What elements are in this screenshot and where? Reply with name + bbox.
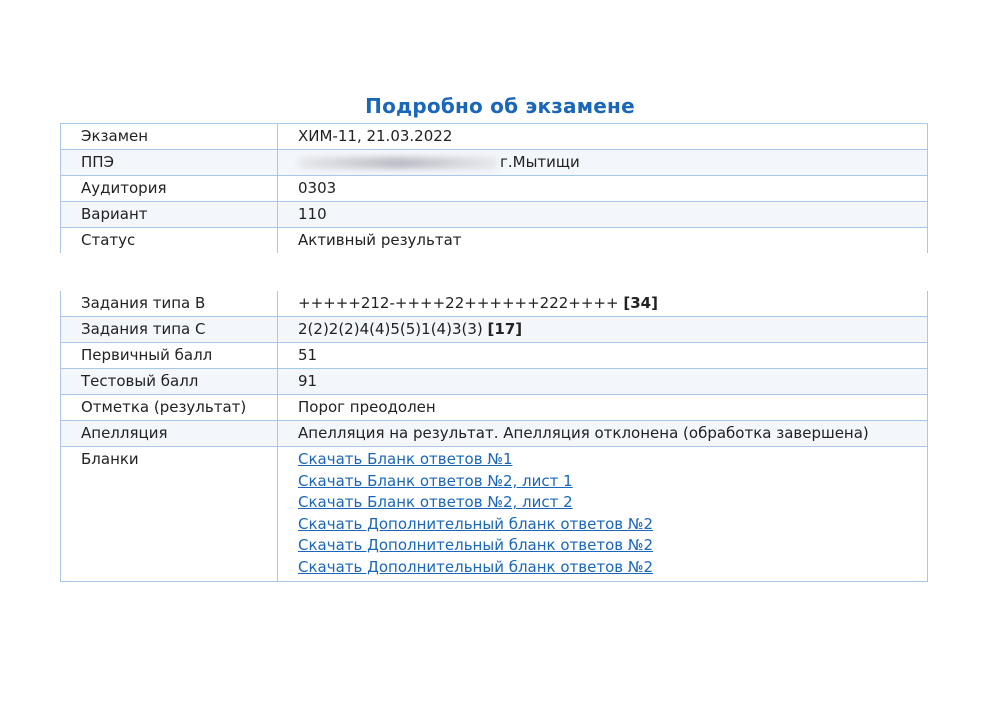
row-value-appeal: Апелляция на результат. Апелляция отклон… bbox=[277, 420, 928, 447]
download-additional-form-2-link[interactable]: Скачать Дополнительный бланк ответов №2 bbox=[298, 514, 927, 536]
row-value-type-b: +++++212-++++22++++++222++++ [34] bbox=[277, 291, 928, 317]
download-answer-form-1-link[interactable]: Скачать Бланк ответов №1 bbox=[298, 449, 927, 471]
type-c-score: [17] bbox=[487, 320, 523, 338]
table-row: Бланки Скачать Бланк ответов №1 Скачать … bbox=[60, 446, 928, 582]
row-value-variant: 110 bbox=[277, 201, 928, 228]
table-row: Отметка (результат) Порог преодолен bbox=[60, 394, 928, 421]
download-answer-form-2-sheet-2-link[interactable]: Скачать Бланк ответов №2, лист 2 bbox=[298, 492, 927, 514]
row-label-status: Статус bbox=[60, 227, 278, 253]
row-label-test-score: Тестовый балл bbox=[60, 368, 278, 395]
row-value-exam: ХИМ-11, 21.03.2022 bbox=[277, 123, 928, 150]
row-value-mark: Порог преодолен bbox=[277, 394, 928, 421]
row-label-appeal: Апелляция bbox=[60, 420, 278, 447]
table-row: Задания типа C 2(2)2(2)4(4)5(5)1(4)3(3) … bbox=[60, 316, 928, 343]
download-additional-form-2-link[interactable]: Скачать Дополнительный бланк ответов №2 bbox=[298, 535, 927, 557]
row-value-primary-score: 51 bbox=[277, 342, 928, 369]
table-row: Экзамен ХИМ-11, 21.03.2022 bbox=[60, 123, 928, 150]
row-label-type-b: Задания типа B bbox=[60, 291, 278, 317]
download-additional-form-2-link[interactable]: Скачать Дополнительный бланк ответов №2 bbox=[298, 557, 927, 579]
row-value-status: Активный результат bbox=[277, 227, 928, 253]
row-label-type-c: Задания типа C bbox=[60, 316, 278, 343]
row-label-exam: Экзамен bbox=[60, 123, 278, 150]
type-b-answers: +++++212-++++22++++++222++++ bbox=[298, 294, 619, 312]
row-label-primary-score: Первичный балл bbox=[60, 342, 278, 369]
row-value-auditorium: 0303 bbox=[277, 175, 928, 202]
download-answer-form-2-sheet-1-link[interactable]: Скачать Бланк ответов №2, лист 1 bbox=[298, 471, 927, 493]
table-row: Первичный балл 51 bbox=[60, 342, 928, 369]
ppe-city: г.Мытищи bbox=[500, 153, 580, 171]
table-row: Задания типа B +++++212-++++22++++++222+… bbox=[60, 291, 928, 317]
results-table: Задания типа B +++++212-++++22++++++222+… bbox=[60, 291, 928, 582]
type-c-answers: 2(2)2(2)4(4)5(5)1(4)3(3) bbox=[298, 320, 483, 338]
type-b-score: [34] bbox=[623, 294, 658, 312]
row-label-forms: Бланки bbox=[60, 446, 278, 582]
table-row: Вариант 110 bbox=[60, 201, 928, 228]
table-row: Тестовый балл 91 bbox=[60, 368, 928, 395]
row-value-ppe: г.Мытищи bbox=[277, 149, 928, 176]
table-row: ППЭ г.Мытищи bbox=[60, 149, 928, 176]
table-row: Апелляция Апелляция на результат. Апелля… bbox=[60, 420, 928, 447]
table-row: Статус Активный результат bbox=[60, 227, 928, 253]
page-title: Подробно об экзамене bbox=[365, 94, 635, 118]
row-label-ppe: ППЭ bbox=[60, 149, 278, 176]
table-row: Аудитория 0303 bbox=[60, 175, 928, 202]
row-label-mark: Отметка (результат) bbox=[60, 394, 278, 421]
redacted-blur bbox=[298, 156, 498, 169]
exam-info-table: Экзамен ХИМ-11, 21.03.2022 ППЭ г.Мытищи … bbox=[60, 123, 928, 253]
row-value-forms: Скачать Бланк ответов №1 Скачать Бланк о… bbox=[277, 446, 928, 582]
row-value-type-c: 2(2)2(2)4(4)5(5)1(4)3(3) [17] bbox=[277, 316, 928, 343]
row-label-auditorium: Аудитория bbox=[60, 175, 278, 202]
row-value-test-score: 91 bbox=[277, 368, 928, 395]
row-label-variant: Вариант bbox=[60, 201, 278, 228]
